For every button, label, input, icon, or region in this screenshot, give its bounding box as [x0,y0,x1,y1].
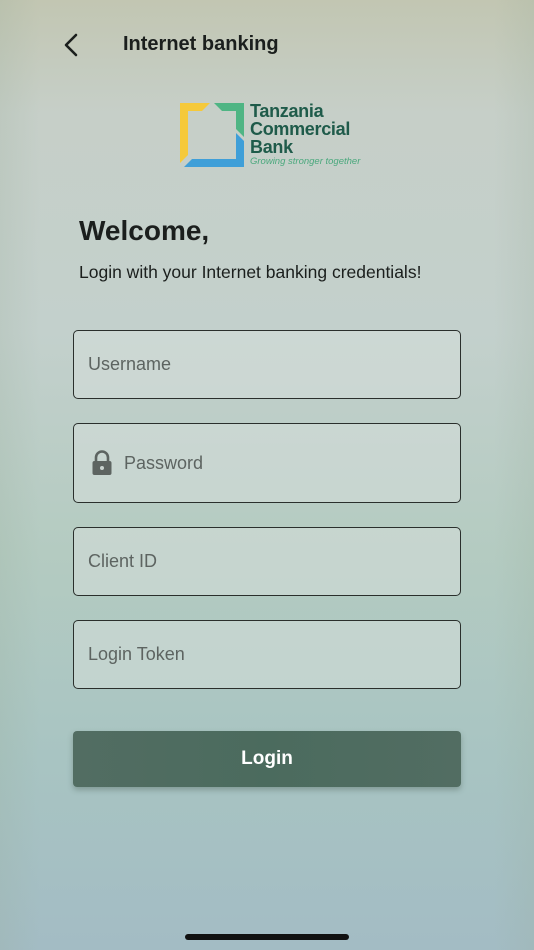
login-token-field[interactable] [73,620,461,689]
password-input[interactable] [114,424,460,502]
logo-line-2: Commercial [250,119,351,139]
client-id-field[interactable] [73,527,461,596]
client-id-input[interactable] [74,528,460,595]
background-shade-left [0,0,40,950]
username-input[interactable] [74,331,460,398]
lock-icon [90,449,114,477]
logo-wordmark: Tanzania Commercial Bank [250,102,350,156]
logo-tagline: Growing stronger together [250,156,361,167]
page-title: Internet banking [123,33,279,55]
password-field[interactable] [73,423,461,503]
home-indicator[interactable] [185,934,349,940]
logo-line-3: Bank [250,137,293,157]
login-button[interactable]: Login [73,731,461,787]
logo-line-1: Tanzania [250,101,324,121]
background-shade-right [494,0,534,950]
app-header: Internet banking [0,0,534,90]
chevron-left-icon [64,33,78,57]
welcome-subtitle: Login with your Internet banking credent… [79,262,422,282]
back-button[interactable] [52,24,92,66]
username-field[interactable] [73,330,461,399]
welcome-heading: Welcome, [79,215,210,246]
login-token-input[interactable] [74,621,460,688]
tcb-logo-mark-icon [180,103,244,167]
bank-logo: Tanzania Commercial Bank Growing stronge… [180,100,360,170]
